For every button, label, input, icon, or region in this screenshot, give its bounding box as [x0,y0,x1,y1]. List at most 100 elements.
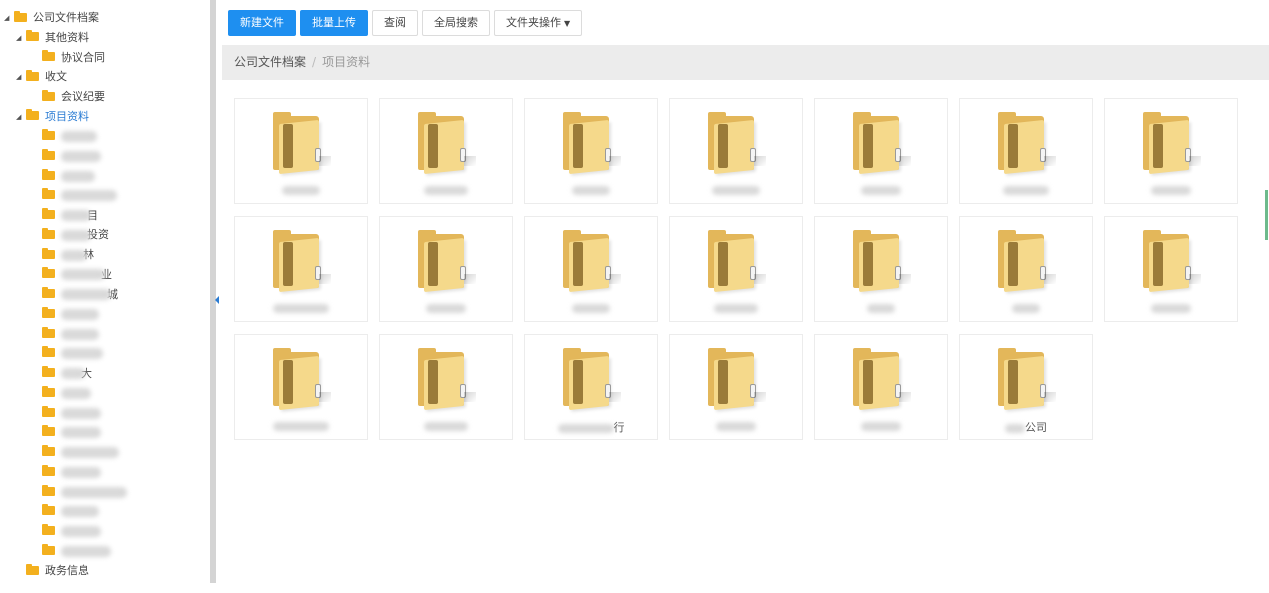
tree-item[interactable] [42,146,101,166]
folder-icon [998,112,1056,175]
tree-item[interactable] [42,127,97,147]
folder-tree: ◢ 公司文件档案 ◢ 其他资料 协议合同 ◢ 收文 会议纪要 ◢ 项目资料目投资林业城大政务信息 [0,0,210,583]
redacted-name [61,229,91,241]
tree-item[interactable]: 业 [42,265,112,285]
tree-item[interactable] [42,423,101,443]
folder-tile[interactable]: 公司 [959,334,1093,440]
breadcrumb: 公司文件档案 / 项目资料 [222,45,1269,80]
tree-item[interactable] [42,304,99,324]
toolbar-button-4[interactable]: 文件夹操作 ▼ [494,10,583,36]
redacted-name [712,185,760,195]
tree-item[interactable] [42,403,101,423]
folder-tile[interactable] [669,98,803,204]
toolbar-button-0[interactable]: 新建文件 [228,10,296,36]
tree-item-label: 会议纪要 [61,90,105,103]
toolbar-button-2[interactable]: 查阅 [372,10,418,36]
tree-item[interactable]: 协议合同 [42,48,105,68]
tree-item[interactable] [42,482,127,502]
redacted-name [61,308,99,320]
folder-tile[interactable] [379,334,513,440]
tree-item[interactable] [42,166,95,186]
folder-tile[interactable] [959,98,1093,204]
redacted-name [61,486,127,498]
redacted-name [1151,185,1191,195]
tree-item[interactable] [42,186,117,206]
tree-item[interactable]: ◢ 其他资料 [16,28,89,48]
folder-icon [42,287,55,298]
tree-item[interactable] [42,344,103,364]
folder-tile[interactable]: 行 [524,334,658,440]
breadcrumb-root[interactable]: 公司文件档案 [234,55,306,69]
pane-splitter[interactable] [210,0,216,583]
folder-icon [563,348,621,411]
tree-item[interactable]: 会议纪要 [42,87,105,107]
tree-item[interactable] [42,443,119,463]
tree-expand-icon[interactable]: ◢ [16,67,26,87]
folder-tile[interactable] [814,334,948,440]
toolbar-button-1[interactable]: 批量上传 [300,10,368,36]
folder-tile[interactable] [379,98,513,204]
collapse-arrow-icon[interactable] [215,296,219,304]
redacted-name [716,421,756,431]
folder-icon [42,227,55,239]
folder-tile-label [670,301,802,315]
folder-tile[interactable] [814,216,948,322]
folder-tile-label [815,183,947,197]
folder-tile[interactable] [669,334,803,440]
folder-tile[interactable] [669,216,803,322]
tree-expand-icon[interactable]: ◢ [16,107,26,127]
folder-icon [42,445,55,456]
tree-item[interactable]: ◢ 项目资料 [16,107,89,127]
redacted-name [282,185,320,195]
folder-icon [42,247,55,259]
redacted-name [424,185,468,195]
folder-tile[interactable] [379,216,513,322]
folder-tile[interactable] [959,216,1093,322]
tree-item-label: 其他资料 [45,30,89,44]
redacted-name [1151,303,1191,313]
tree-item[interactable] [42,383,91,403]
file-archive-app: ◢ 公司文件档案 ◢ 其他资料 协议合同 ◢ 收文 会议纪要 ◢ 项目资料目投资林业城大政务信息 … [0,0,1269,593]
folder-icon [26,563,39,575]
folder-tile[interactable] [524,216,658,322]
folder-tile[interactable] [234,334,368,440]
tree-item[interactable]: 投资 [42,225,109,245]
folder-tile[interactable] [1104,216,1238,322]
toolbar-button-3[interactable]: 全局搜索 [422,10,490,36]
tree-item[interactable]: ◢ 公司文件档案 [4,8,99,28]
folder-tile[interactable] [234,98,368,204]
redacted-name [61,447,119,458]
tree-item[interactable]: 大 [42,364,92,384]
tree-item[interactable] [42,502,99,522]
folder-tile[interactable] [1104,98,1238,204]
folder-icon [42,385,55,397]
folder-icon [42,405,55,417]
folder-tile[interactable] [234,216,368,322]
folder-icon [42,267,55,279]
folder-tile[interactable] [524,98,658,204]
folder-icon [42,148,55,160]
tree-expand-icon[interactable]: ◢ [16,28,26,48]
tree-item[interactable] [42,541,111,561]
redacted-name [61,387,91,399]
folder-icon [26,109,39,121]
tree-item[interactable] [42,522,101,542]
folder-icon [42,484,55,496]
redacted-name [61,368,85,379]
tree-item[interactable] [42,324,99,344]
redacted-name [61,348,103,360]
tree-item[interactable]: 目 [42,206,98,226]
redacted-name [1005,423,1025,433]
tree-item[interactable]: 城 [42,285,118,305]
toolbar-button-label: 全局搜索 [434,16,478,29]
tree-item[interactable]: 林 [42,245,94,265]
tree-item[interactable]: 政务信息 [16,561,89,581]
tree-item[interactable] [42,462,101,482]
folder-tile[interactable] [814,98,948,204]
folder-icon [998,230,1056,293]
folder-icon [26,69,39,81]
tree-expand-icon[interactable]: ◢ [4,8,14,28]
tree-item[interactable]: ◢ 收文 [16,67,67,87]
redacted-name [61,466,101,478]
folder-icon [273,112,331,175]
